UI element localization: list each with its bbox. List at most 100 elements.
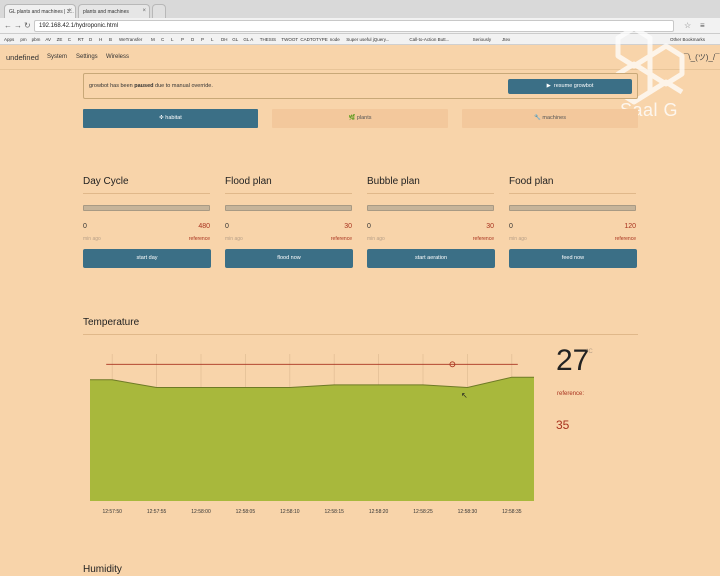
divider bbox=[225, 193, 352, 194]
play-icon: ▶ bbox=[546, 83, 554, 89]
bookmark-item[interactable]: Call-to-Action Butt... bbox=[409, 37, 449, 42]
bookmark-item[interactable]: TWOOT bbox=[281, 37, 298, 42]
cycle-action-button[interactable]: start aeration bbox=[367, 249, 495, 268]
cycle-max: 120 bbox=[624, 223, 636, 230]
bookmark-item[interactable]: GL bbox=[232, 37, 238, 42]
bookmark-item[interactable]: node bbox=[330, 37, 340, 42]
x-tick-label: 12:57:50 bbox=[102, 509, 122, 515]
cycle-action-button[interactable]: feed now bbox=[509, 249, 637, 268]
nav-wireless[interactable]: Wireless bbox=[106, 54, 129, 60]
cycle-card: Bubble plan 0 30 min ago reference start aera… bbox=[367, 174, 495, 270]
bookmark-item[interactable]: Seriously bbox=[473, 37, 492, 42]
bookmark-item[interactable]: D bbox=[191, 37, 194, 42]
nav-system[interactable]: System bbox=[47, 54, 67, 60]
divider bbox=[83, 334, 638, 335]
x-tick-label: 12:58:00 bbox=[191, 509, 211, 515]
bookmark-item[interactable]: L bbox=[211, 37, 214, 42]
temperature-current: 27 bbox=[556, 344, 590, 377]
bookmark-item[interactable]: P bbox=[181, 37, 184, 42]
cycle-value: 0 bbox=[509, 223, 513, 230]
mouse-cursor-icon: ↖ bbox=[461, 391, 468, 400]
bookmark-item[interactable]: L bbox=[171, 37, 174, 42]
cycle-subtext: min ago bbox=[225, 236, 243, 242]
humidity-title: Humidity bbox=[83, 564, 122, 575]
bookmark-item[interactable]: Apps bbox=[4, 37, 14, 42]
cycle-progress-bar bbox=[83, 205, 210, 211]
resume-growbot-button[interactable]: ▶ resume growbot bbox=[508, 79, 632, 94]
divider bbox=[367, 193, 494, 194]
cycle-max: 30 bbox=[486, 223, 494, 230]
bookmark-item[interactable]: DH bbox=[221, 37, 228, 42]
tab-plants[interactable]: 🌿 plants bbox=[272, 109, 448, 128]
cycle-value: 0 bbox=[225, 223, 229, 230]
cycle-subtext: min ago bbox=[367, 236, 385, 242]
bookmark-item[interactable]: Super useful jQuery... bbox=[346, 37, 389, 42]
cycle-progress-bar bbox=[225, 205, 352, 211]
forward-icon[interactable]: → bbox=[14, 21, 22, 30]
cycle-reference: reference bbox=[188, 236, 210, 242]
x-tick-label: 12:58:05 bbox=[236, 509, 256, 515]
cycle-title: Food plan bbox=[509, 176, 554, 187]
cycle-value: 0 bbox=[83, 223, 87, 230]
browser-tab-bar: GL plants and machines | 3... × plants a… bbox=[0, 0, 720, 18]
back-icon[interactable]: ← bbox=[4, 21, 12, 30]
bookmark-item[interactable]: CADTOTYPE bbox=[300, 37, 327, 42]
bookmark-item[interactable]: THESIS bbox=[260, 37, 276, 42]
temperature-chart: 12:57:50 12:57:55 12:58:00 12:58:05 12:58:10… bbox=[90, 354, 534, 515]
bookmark-item[interactable]: ZE bbox=[57, 37, 63, 42]
brand[interactable]: undefined bbox=[6, 53, 39, 62]
alert-message: growbot has been paused due to manual ov… bbox=[89, 83, 213, 89]
browser-tab[interactable]: plants and machines × bbox=[78, 4, 150, 18]
url-input[interactable]: 192.168.42.1/hydroponic.html bbox=[34, 20, 674, 32]
bookmark-item[interactable]: B bbox=[109, 37, 112, 42]
cycle-reference: reference bbox=[614, 236, 636, 242]
x-tick-label: 12:58:20 bbox=[369, 509, 389, 515]
cycle-title: Bubble plan bbox=[367, 176, 420, 187]
reference-value: 35 bbox=[556, 418, 570, 432]
cycle-title: Day Cycle bbox=[83, 176, 129, 187]
cycle-card: Food plan 0 120 min ago reference feed now bbox=[509, 174, 637, 270]
close-icon[interactable]: × bbox=[142, 8, 146, 14]
cycle-action-button[interactable]: start day bbox=[83, 249, 211, 268]
x-tick-label: 12:57:55 bbox=[147, 509, 167, 515]
temperature-title: Temperature bbox=[83, 317, 140, 328]
bookmark-item[interactable]: GL A bbox=[243, 37, 253, 42]
divider bbox=[509, 193, 636, 194]
tab-habitat[interactable]: ✜ habitat bbox=[83, 109, 258, 128]
bookmark-item[interactable]: AV bbox=[45, 37, 51, 42]
cycle-reference: reference bbox=[330, 236, 352, 242]
divider bbox=[83, 193, 210, 194]
cycle-card: Day Cycle 0 480 min ago reference start day bbox=[83, 174, 211, 270]
cycle-max: 30 bbox=[344, 223, 352, 230]
reload-icon[interactable]: ↻ bbox=[24, 21, 31, 30]
x-tick-label: 12:58:25 bbox=[413, 509, 433, 515]
tab-machines[interactable]: 🔧 machines bbox=[462, 109, 638, 128]
tab-label: GL plants and machines | 3... bbox=[9, 9, 74, 15]
reference-label: reference: bbox=[557, 391, 585, 397]
cycle-progress-bar bbox=[367, 205, 494, 211]
x-tick-label: 12:58:35 bbox=[502, 509, 522, 515]
x-tick-label: 12:58:30 bbox=[458, 509, 478, 515]
new-tab-button[interactable] bbox=[152, 4, 166, 18]
x-tick-label: 12:58:10 bbox=[280, 509, 300, 515]
cycle-action-button[interactable]: flood now bbox=[225, 249, 353, 268]
bookmark-item[interactable]: Jtex bbox=[502, 37, 510, 42]
cycle-value: 0 bbox=[367, 223, 371, 230]
override-alert: growbot has been paused due to manual ov… bbox=[83, 73, 638, 99]
x-tick-label: 12:58:15 bbox=[324, 509, 344, 515]
nav-settings[interactable]: Settings bbox=[76, 54, 98, 60]
browser-tab[interactable]: GL plants and machines | 3... × bbox=[4, 4, 76, 18]
tab-label: plants and machines bbox=[83, 9, 129, 15]
bookmark-item[interactable]: pm bbox=[20, 37, 26, 42]
bookmark-item[interactable]: M bbox=[151, 37, 155, 42]
bookmark-item[interactable]: P bbox=[201, 37, 204, 42]
close-icon[interactable]: × bbox=[68, 8, 72, 14]
bookmark-item[interactable]: C bbox=[161, 37, 164, 42]
bookmark-item[interactable]: C bbox=[68, 37, 71, 42]
bookmark-item[interactable]: RT bbox=[78, 37, 84, 42]
bookmark-item[interactable]: H bbox=[99, 37, 102, 42]
bookmark-item[interactable]: D bbox=[89, 37, 92, 42]
bookmark-item[interactable]: WeTransfer bbox=[119, 37, 142, 42]
bookmark-item[interactable]: pbm bbox=[32, 37, 41, 42]
cycle-subtext: min ago bbox=[509, 236, 527, 242]
